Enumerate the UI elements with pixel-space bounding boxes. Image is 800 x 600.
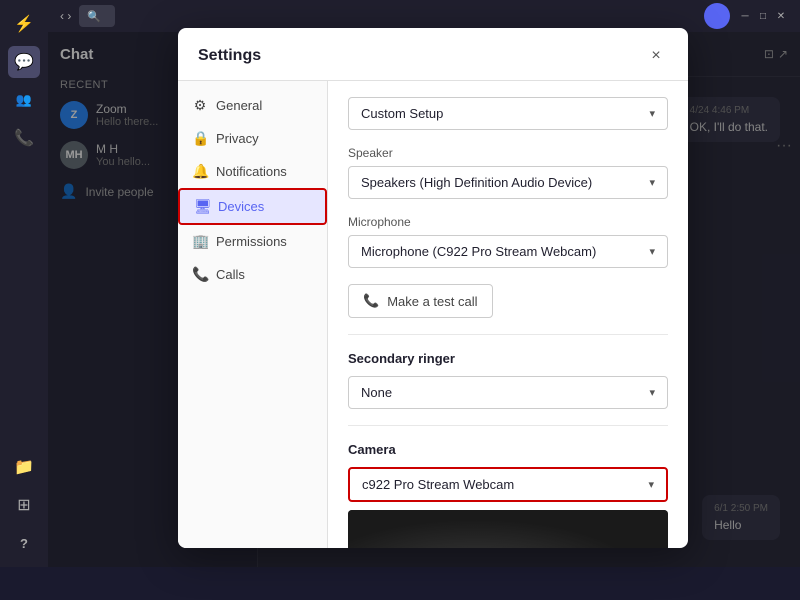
secondary-ringer-group: Secondary ringer None ▾ <box>348 351 668 409</box>
test-call-icon: 📞 <box>363 293 379 309</box>
camera-value: c922 Pro Stream Webcam <box>362 477 514 492</box>
speaker-group: Speaker Speakers (High Definition Audio … <box>348 146 668 199</box>
nav-item-notifications[interactable]: 🔔 Notifications <box>178 155 327 188</box>
window-controls: ‹ › <box>60 9 71 23</box>
nav-label-calls: Calls <box>216 267 245 282</box>
microphone-select[interactable]: Microphone (C922 Pro Stream Webcam) ▾ <box>348 235 668 268</box>
microphone-value: Microphone (C922 Pro Stream Webcam) <box>361 244 596 259</box>
maximize-button[interactable]: □ <box>756 9 770 23</box>
sidebar: ⚡ 💬 👥 📞 📁 ⊞ ? <box>0 0 48 567</box>
sidebar-item-calls[interactable]: 📞 <box>8 122 40 154</box>
sidebar-item-help[interactable]: ? <box>8 527 40 559</box>
camera-preview: Preview <box>348 510 668 548</box>
microphone-group: Microphone Microphone (C922 Pro Stream W… <box>348 215 668 268</box>
devices-icon: 🖥 <box>194 198 210 215</box>
general-icon: ⚙ <box>192 97 208 114</box>
modal-header: Settings × <box>178 28 688 81</box>
camera-group: Camera c922 Pro Stream Webcam ▾ Preview <box>348 442 668 548</box>
camera-title: Camera <box>348 442 668 457</box>
nav-label-notifications: Notifications <box>216 164 287 179</box>
camera-arrow-icon: ▾ <box>648 478 654 491</box>
user-avatar[interactable] <box>704 3 730 29</box>
microphone-arrow-icon: ▾ <box>649 245 655 258</box>
speaker-select[interactable]: Speakers (High Definition Audio Device) … <box>348 166 668 199</box>
nav-label-privacy: Privacy <box>216 131 259 146</box>
sidebar-item-teams[interactable]: 👥 <box>8 84 40 116</box>
sidebar-item-files[interactable]: 📁 <box>8 451 40 483</box>
divider-2 <box>348 425 668 426</box>
nav-label-permissions: Permissions <box>216 234 287 249</box>
secondary-ringer-select[interactable]: None ▾ <box>348 376 668 409</box>
test-call-button[interactable]: 📞 Make a test call <box>348 284 493 318</box>
secondary-ringer-title: Secondary ringer <box>348 351 668 366</box>
nav-item-calls[interactable]: 📞 Calls <box>178 258 327 291</box>
test-call-group: 📞 Make a test call <box>348 284 668 318</box>
modal-body: ⚙ General 🔒 Privacy 🔔 Notifications 🖥 De… <box>178 81 688 548</box>
nav-item-general[interactable]: ⚙ General <box>178 89 327 122</box>
modal-close-button[interactable]: × <box>644 44 668 68</box>
speaker-arrow-icon: ▾ <box>649 176 655 189</box>
modal-content: Custom Setup ▾ Speaker Speakers (High De… <box>328 81 688 548</box>
divider <box>348 334 668 335</box>
secondary-ringer-value: None <box>361 385 392 400</box>
speaker-value: Speakers (High Definition Audio Device) <box>361 175 592 190</box>
test-call-label: Make a test call <box>387 294 477 309</box>
setup-arrow-icon: ▾ <box>649 107 655 120</box>
setup-value: Custom Setup <box>361 106 443 121</box>
modal-title: Settings <box>198 47 261 65</box>
speaker-label: Speaker <box>348 146 668 160</box>
sidebar-item-apps[interactable]: ⊞ <box>8 489 40 521</box>
notifications-icon: 🔔 <box>192 163 208 180</box>
ringer-arrow-icon: ▾ <box>649 386 655 399</box>
search-icon: 🔍 <box>87 10 101 23</box>
nav-item-devices[interactable]: 🖥 Devices <box>178 188 327 225</box>
setup-select[interactable]: Custom Setup ▾ <box>348 97 668 130</box>
permissions-icon: 🏢 <box>192 233 208 250</box>
close-window-button[interactable]: ✕ <box>774 9 788 23</box>
calls-icon: 📞 <box>192 266 208 283</box>
setup-group: Custom Setup ▾ <box>348 97 668 130</box>
app-background: ⚡ 💬 👥 📞 📁 ⊞ ? ‹ › 🔍 ─ □ ✕ <box>0 0 800 567</box>
nav-label-devices: Devices <box>218 199 264 214</box>
search-bar[interactable]: 🔍 <box>79 5 115 27</box>
sidebar-item-chat[interactable]: 💬 <box>8 46 40 78</box>
nav-item-permissions[interactable]: 🏢 Permissions <box>178 225 327 258</box>
settings-nav: ⚙ General 🔒 Privacy 🔔 Notifications 🖥 De… <box>178 81 328 548</box>
minimize-button[interactable]: ─ <box>738 9 752 23</box>
camera-select[interactable]: c922 Pro Stream Webcam ▾ <box>348 467 668 502</box>
microphone-label: Microphone <box>348 215 668 229</box>
sidebar-item-activity[interactable]: ⚡ <box>8 8 40 40</box>
settings-modal: Settings × ⚙ General 🔒 Privacy 🔔 Notific… <box>178 28 688 548</box>
window-action-controls: ─ □ ✕ <box>738 9 788 23</box>
nav-item-privacy[interactable]: 🔒 Privacy <box>178 122 327 155</box>
privacy-icon: 🔒 <box>192 130 208 147</box>
nav-label-general: General <box>216 98 262 113</box>
